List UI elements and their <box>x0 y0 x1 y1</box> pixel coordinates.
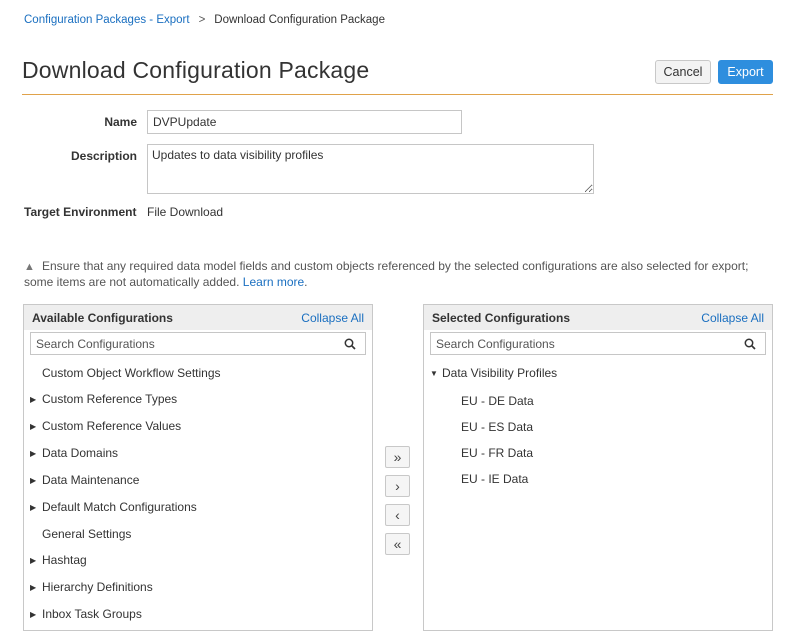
selected-item[interactable]: EU - DE Data <box>461 391 534 411</box>
caret-right-icon[interactable]: ▶ <box>30 583 42 592</box>
breadcrumb-parent-link[interactable]: Configuration Packages - Export <box>24 14 190 26</box>
warning-text: Ensure that any required data model fiel… <box>24 259 749 289</box>
available-item-label: Hierarchy Definitions <box>42 580 153 594</box>
available-item-label: Data Maintenance <box>42 473 140 487</box>
available-item-label: Data Domains <box>42 446 119 460</box>
selected-panel-title: Selected Configurations <box>432 310 571 325</box>
breadcrumb-current: Download Configuration Package <box>214 14 385 26</box>
export-warning: ▲ Ensure that any required data model fie… <box>24 259 769 290</box>
available-panel-header: Available Configurations Collapse All <box>24 305 372 330</box>
available-item[interactable]: ▶ Hashtag <box>30 550 87 570</box>
selected-collapse-all-link[interactable]: Collapse All <box>701 311 764 325</box>
search-icon[interactable] <box>344 338 356 350</box>
available-search-input[interactable] <box>36 336 326 351</box>
available-configurations-panel: Available Configurations Collapse All Cu… <box>23 304 373 631</box>
selected-item[interactable]: EU - FR Data <box>461 443 533 463</box>
available-item-label: Custom Object Workflow Settings <box>42 366 221 380</box>
available-item-label: Custom Reference Types <box>42 392 178 406</box>
available-item[interactable]: ▶ Inbox Task Groups <box>30 604 142 624</box>
name-input[interactable] <box>147 110 462 134</box>
breadcrumb: Configuration Packages - Export > Download… <box>24 14 385 26</box>
description-label: Description <box>70 149 137 163</box>
available-item[interactable]: ▶ Custom Reference Values <box>30 416 181 436</box>
selected-item[interactable]: EU - ES Data <box>461 417 533 437</box>
selected-panel-header: Selected Configurations Collapse All <box>424 305 772 330</box>
caret-right-icon[interactable]: ▶ <box>30 610 42 619</box>
available-search-box <box>30 332 366 355</box>
cancel-button[interactable]: Cancel <box>655 60 711 84</box>
available-item-label: Default Match Configurations <box>42 500 197 514</box>
search-icon[interactable] <box>744 338 756 350</box>
name-label: Name <box>104 115 137 129</box>
page-title: Download Configuration Package <box>22 57 370 83</box>
remove-all-button[interactable]: « <box>385 533 410 555</box>
caret-right-icon[interactable]: ▶ <box>30 422 42 431</box>
available-item[interactable]: ▶ Data Maintenance <box>30 470 139 490</box>
selected-search-input[interactable] <box>436 336 726 351</box>
caret-right-icon[interactable]: ▶ <box>30 449 42 458</box>
selected-search-box <box>430 332 766 355</box>
caret-down-icon[interactable]: ▼ <box>430 369 442 378</box>
add-selected-button[interactable]: › <box>385 475 410 497</box>
available-panel-title: Available Configurations <box>32 310 173 325</box>
warning-icon: ▲ <box>24 261 35 273</box>
available-item-label: Hashtag <box>42 553 87 567</box>
caret-right-icon[interactable]: ▶ <box>30 503 42 512</box>
available-item-label: Inbox Task Groups <box>42 607 142 621</box>
add-all-button[interactable]: » <box>385 446 410 468</box>
available-item[interactable]: Custom Object Workflow Settings <box>30 363 221 383</box>
warning-trailing: . <box>304 275 308 289</box>
caret-right-icon[interactable]: ▶ <box>30 395 42 404</box>
available-item[interactable]: ▶ Hierarchy Definitions <box>30 577 153 597</box>
export-button[interactable]: Export <box>718 60 773 84</box>
selected-group-label: Data Visibility Profiles <box>442 366 558 380</box>
available-item-label: General Settings <box>42 527 132 541</box>
selected-item[interactable]: EU - IE Data <box>461 469 528 489</box>
caret-right-icon[interactable]: ▶ <box>30 556 42 565</box>
description-textarea[interactable]: Updates to data visibility profiles <box>147 144 594 194</box>
available-item[interactable]: General Settings <box>30 524 131 544</box>
selected-group-data-visibility-profiles[interactable]: ▼ Data Visibility Profiles <box>430 363 557 383</box>
target-environment-label: Target Environment <box>24 205 137 219</box>
breadcrumb-separator: > <box>198 14 206 26</box>
learn-more-link[interactable]: Learn more <box>243 275 304 289</box>
available-item-label: Custom Reference Values <box>42 419 182 433</box>
caret-right-icon[interactable]: ▶ <box>30 476 42 485</box>
remove-selected-button[interactable]: ‹ <box>385 504 410 526</box>
available-collapse-all-link[interactable]: Collapse All <box>301 311 364 325</box>
title-divider <box>22 94 773 95</box>
available-item[interactable]: ▶ Custom Reference Types <box>30 389 177 409</box>
available-item[interactable]: ▶ Data Domains <box>30 443 118 463</box>
selected-configurations-panel: Selected Configurations Collapse All ▼Da… <box>423 304 773 631</box>
target-environment-value: File Download <box>147 205 224 219</box>
available-item[interactable]: ▶ Default Match Configurations <box>30 497 197 517</box>
